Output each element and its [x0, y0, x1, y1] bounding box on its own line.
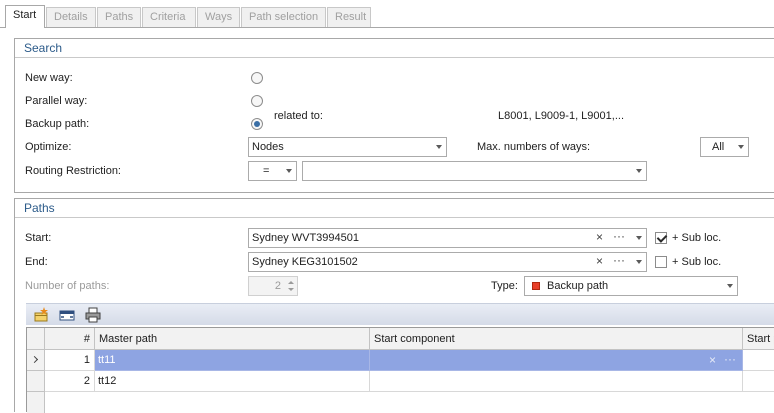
tab-start[interactable]: Start — [5, 5, 45, 28]
max-ways-value: All — [712, 141, 725, 153]
chevron-down-icon — [436, 145, 442, 149]
tab-label: Criteria — [150, 11, 186, 23]
end-subloc-label: + Sub loc. — [672, 256, 722, 268]
tab-divider — [0, 27, 774, 28]
split-columns-icon[interactable] — [58, 306, 76, 324]
start-subloc-label: + Sub loc. — [672, 232, 722, 244]
max-ways-select[interactable]: All — [700, 137, 749, 157]
table-row-master-path[interactable]: tt11 — [95, 350, 370, 371]
routing-restriction-select[interactable] — [302, 161, 647, 181]
parallel-way-radio[interactable] — [251, 95, 263, 107]
max-ways-label: Max. numbers of ways: — [477, 141, 591, 153]
tab-label: Start — [13, 9, 37, 21]
type-select[interactable]: Backup path — [524, 276, 738, 296]
column-header-number[interactable]: # — [45, 328, 95, 350]
grid-corner-header — [27, 328, 45, 350]
spin-up-icon — [288, 281, 294, 284]
routing-restriction-label: Routing Restriction: — [25, 165, 121, 177]
row-indicator[interactable] — [27, 371, 45, 392]
tab-path-selection[interactable]: Path selection — [241, 7, 326, 27]
backup-path-label: Backup path: — [25, 118, 90, 130]
backup-path-radio[interactable] — [251, 118, 263, 130]
start-subloc-checkbox[interactable] — [655, 232, 667, 244]
end-label: End: — [25, 256, 48, 268]
end-subloc-checkbox[interactable] — [655, 256, 667, 268]
type-label: Type: — [491, 280, 518, 292]
add-row-icon[interactable] — [32, 306, 50, 324]
column-header-master-path[interactable]: Master path — [95, 328, 370, 350]
tab-label: Result — [335, 11, 367, 23]
optimize-select[interactable]: Nodes — [248, 137, 447, 157]
table-row-master-path[interactable]: tt12 — [95, 371, 370, 392]
tab-label: Paths — [105, 11, 134, 23]
tab-label: Ways — [205, 11, 233, 23]
chevron-down-icon[interactable] — [636, 236, 642, 240]
tab-label: Details — [54, 11, 88, 23]
start-location-value: Sydney WVT3994501 — [252, 232, 360, 244]
paths-grid: # Master path Start component Start p 1 … — [26, 327, 774, 413]
related-to-label: related to: — [274, 110, 323, 122]
paths-group-title: Paths — [15, 199, 774, 218]
chevron-down-icon — [738, 145, 744, 149]
number-of-paths-value: 2 — [274, 280, 281, 292]
tab-label: Path selection — [249, 11, 319, 23]
optimize-label: Optimize: — [25, 141, 72, 153]
current-row-icon — [30, 355, 39, 364]
start-location-field[interactable]: Sydney WVT3994501 × ··· — [248, 228, 647, 248]
spin-down-icon — [288, 288, 294, 291]
table-row-number[interactable]: 2 — [45, 371, 95, 392]
backup-path-type-icon — [532, 282, 540, 290]
chevron-down-icon[interactable] — [636, 260, 642, 264]
related-to-value: L8001, L9009-1, L9001,... — [498, 110, 624, 122]
clear-icon[interactable]: × — [596, 254, 603, 268]
start-label: Start: — [25, 232, 52, 244]
optimize-value: Nodes — [252, 141, 284, 153]
table-row-start-component[interactable] — [370, 371, 743, 392]
more-icon[interactable]: ··· — [613, 253, 625, 267]
row-indicator-empty — [27, 392, 45, 413]
new-way-label: New way: — [25, 72, 73, 84]
clear-icon[interactable]: × — [709, 353, 716, 367]
more-icon[interactable]: ··· — [724, 352, 736, 366]
table-row-number[interactable]: 1 — [45, 350, 95, 371]
column-header-start-p[interactable]: Start p — [743, 328, 774, 350]
number-of-paths-spinner: 2 — [248, 276, 298, 296]
number-of-paths-label: Number of paths: — [25, 280, 110, 292]
tab-criteria[interactable]: Criteria — [142, 7, 196, 27]
print-icon[interactable] — [84, 306, 102, 324]
routing-operator-select[interactable]: = — [248, 161, 297, 181]
type-value: Backup path — [547, 280, 609, 292]
more-icon[interactable]: ··· — [613, 229, 625, 243]
routing-operator-value: = — [263, 165, 270, 177]
table-row-start-p[interactable] — [743, 371, 774, 392]
chevron-down-icon — [286, 169, 292, 173]
table-row-start-p[interactable] — [743, 350, 774, 371]
table-row-start-component[interactable]: × ··· — [370, 350, 743, 371]
chevron-down-icon — [636, 169, 642, 173]
end-location-value: Sydney KEG3101502 — [252, 256, 358, 268]
tab-details[interactable]: Details — [46, 7, 96, 27]
column-header-start-component[interactable]: Start component — [370, 328, 743, 350]
tab-bar: Start Details Paths Criteria Ways Path s… — [0, 0, 774, 28]
end-location-field[interactable]: Sydney KEG3101502 × ··· — [248, 252, 647, 272]
chevron-down-icon — [727, 284, 733, 288]
new-way-radio[interactable] — [251, 72, 263, 84]
tab-paths[interactable]: Paths — [97, 7, 141, 27]
tab-ways[interactable]: Ways — [197, 7, 240, 27]
row-indicator[interactable] — [27, 350, 45, 371]
grid-toolbar — [26, 303, 774, 325]
parallel-way-label: Parallel way: — [25, 95, 88, 107]
tab-result[interactable]: Result — [327, 7, 371, 27]
search-group-title: Search — [15, 39, 774, 58]
clear-icon[interactable]: × — [596, 230, 603, 244]
